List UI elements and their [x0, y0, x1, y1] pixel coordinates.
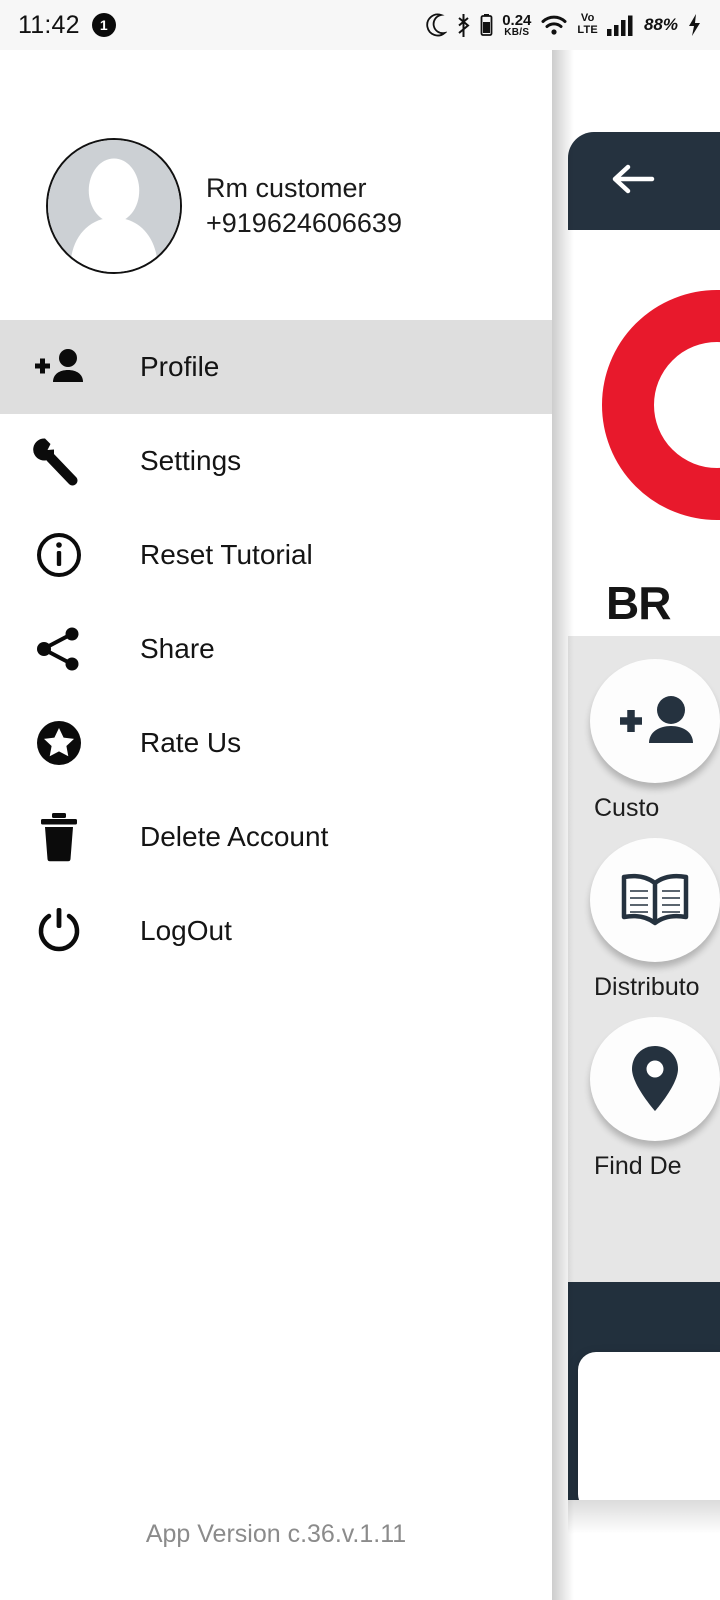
network-speed-unit: KB/S	[504, 26, 530, 38]
sidebar-item-label: LogOut	[140, 915, 232, 946]
arrow-left-icon[interactable]	[610, 162, 656, 201]
sidebar-item-label: Rate Us	[140, 727, 242, 758]
battery-percent-label: 88%	[643, 15, 678, 34]
tile-distributor[interactable]: Distributo	[568, 837, 720, 1002]
app-panel-peek[interactable]: BR Custo Distributo Find De	[568, 132, 720, 1500]
person-add-icon	[590, 659, 720, 783]
notification-badge: 1	[91, 13, 116, 37]
wifi-icon	[540, 14, 568, 36]
sidebar-item-logout[interactable]: LogOut	[0, 884, 552, 978]
sidebar-item-label: Share	[140, 633, 215, 664]
share-nodes-icon	[22, 625, 96, 673]
profile-phone: +919624606639	[206, 208, 402, 238]
tile-circle[interactable]	[568, 837, 720, 963]
brand-title: BR	[606, 577, 671, 629]
panel-appbar	[568, 132, 720, 230]
network-speed-indicator: 0.24 KB/S	[502, 13, 531, 38]
red-ring-logo-icon	[602, 290, 720, 520]
person-add-icon	[22, 347, 96, 387]
app-version-label: App Version c.36.v.1.11	[145, 1520, 407, 1548]
drawer-nav-list: Profile Settings Reset Tutorial Share Ra…	[0, 320, 552, 978]
tile-label: Distributo	[594, 973, 700, 1001]
sidebar-item-reset-tutorial[interactable]: Reset Tutorial	[0, 508, 552, 602]
sidebar-item-share[interactable]: Share	[0, 602, 552, 696]
sidebar-item-profile[interactable]: Profile	[0, 320, 552, 414]
sidebar-item-label: Profile	[140, 351, 220, 382]
open-book-icon	[590, 838, 720, 962]
panel-footer	[568, 1282, 720, 1500]
sidebar-item-label: Settings	[140, 445, 242, 476]
sidebar-item-settings[interactable]: Settings	[0, 414, 552, 508]
panel-hero: BR	[568, 230, 720, 636]
tile-customer[interactable]: Custo	[568, 658, 720, 823]
tile-label: Find De	[594, 1152, 682, 1180]
sidebar-item-label: Reset Tutorial	[140, 539, 313, 570]
status-bar-left: 11:42 1	[18, 11, 116, 40]
bluetooth-icon	[456, 13, 471, 38]
star-circle-icon	[22, 719, 96, 767]
tile-find-dealer[interactable]: Find De	[568, 1016, 720, 1181]
volte-line2: LTE	[577, 24, 598, 36]
avatar[interactable]	[46, 138, 182, 274]
sidebar-item-delete-account[interactable]: Delete Account	[0, 790, 552, 884]
trash-icon	[22, 812, 96, 862]
sidebar-item-label: Delete Account	[140, 821, 329, 852]
tile-circle[interactable]	[568, 1016, 720, 1142]
status-bar: 11:42 1 0.24 KB/S Vo LTE 88%	[0, 0, 720, 50]
volte-icon: Vo LTE	[577, 13, 598, 36]
network-speed-value: 0.24	[502, 11, 532, 29]
profile-name: Rm customer	[206, 173, 367, 203]
panel-tile-grid: Custo Distributo Find De	[568, 636, 720, 1181]
moon-icon	[425, 13, 448, 37]
default-person-avatar-icon	[71, 158, 157, 272]
footer-card[interactable]	[578, 1352, 720, 1500]
drawer-profile-header[interactable]: Rm customer +919624606639	[0, 50, 552, 274]
location-pin-icon	[590, 1017, 720, 1141]
status-bar-right: 0.24 KB/S Vo LTE 88%	[425, 13, 702, 38]
wrench-icon	[22, 436, 96, 486]
tile-label: Custo	[594, 794, 660, 822]
signal-bars-icon	[606, 14, 635, 36]
charging-bolt-icon	[687, 13, 702, 37]
panel-bottom-shadow	[568, 1500, 720, 1534]
battery-icon	[480, 13, 493, 37]
navigation-drawer: Rm customer +919624606639 Profile Settin…	[0, 50, 552, 1600]
power-icon	[22, 906, 96, 956]
tile-circle[interactable]	[568, 658, 720, 784]
drawer-edge-shadow	[552, 50, 574, 1600]
profile-text-block: Rm customer +919624606639	[206, 173, 402, 239]
sidebar-item-rate-us[interactable]: Rate Us	[0, 696, 552, 790]
info-circle-icon	[22, 531, 96, 579]
status-clock: 11:42	[18, 10, 80, 39]
